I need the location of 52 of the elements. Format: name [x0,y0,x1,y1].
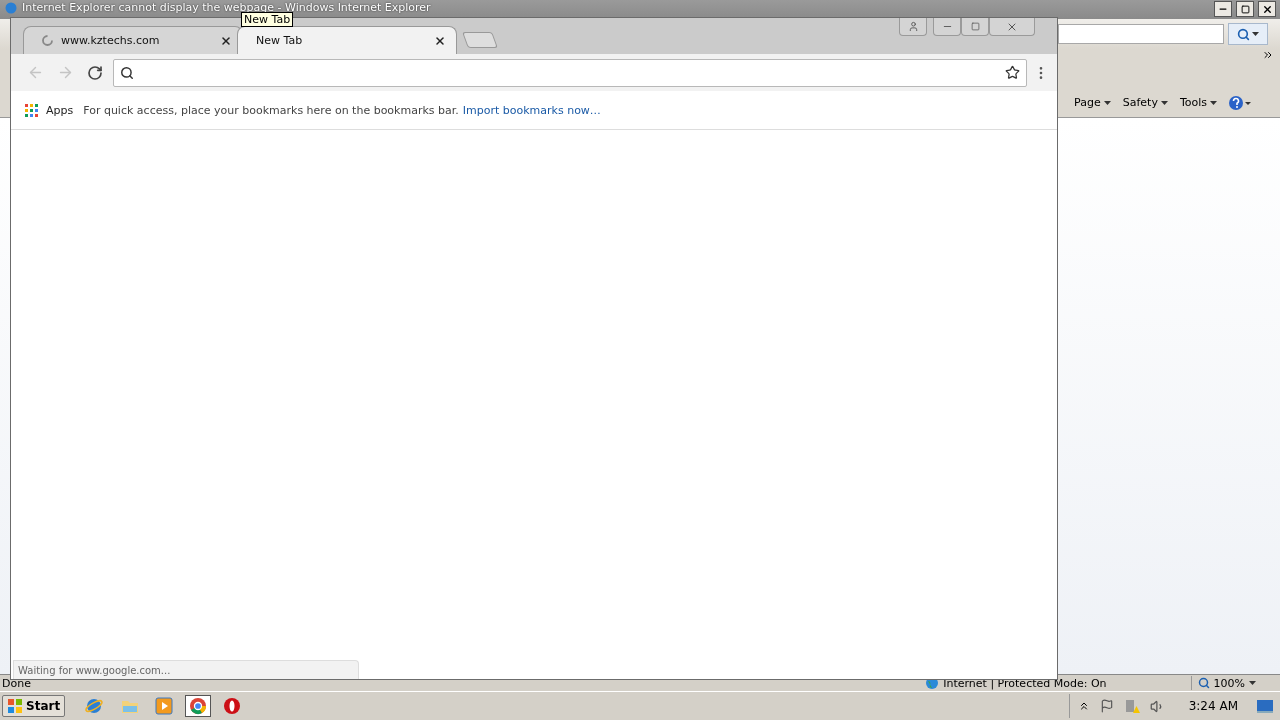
tab-tooltip: New Tab [241,12,294,27]
start-button[interactable]: Start [2,695,66,717]
caret-icon [1160,100,1168,105]
chevron-icon[interactable] [1262,49,1274,61]
show-desktop-icon[interactable] [1256,699,1274,713]
opera-icon [223,697,242,715]
status-bubble: Waiting for www.google.com... [13,660,359,679]
minimize-button[interactable] [1214,1,1232,17]
import-bookmarks-link[interactable]: Import bookmarks now… [462,103,601,117]
tab-title: www.kztechs.com [61,34,161,47]
command-menu[interactable]: Tools [1178,94,1218,111]
profile-button[interactable] [899,18,927,36]
taskbar-app[interactable] [185,695,212,717]
caret-icon [1252,32,1259,36]
close-button[interactable] [1258,1,1276,17]
window-title: Internet Explorer cannot display the webpage - Windows Internet Explorer [22,1,432,15]
restore-icon [1240,4,1250,14]
command-menu[interactable]: Page [1073,94,1112,111]
caret-icon [1210,100,1217,105]
search-button[interactable] [1228,23,1268,45]
person-icon [907,21,919,32]
apps-shortcut[interactable]: Apps [25,103,74,117]
zoom-level[interactable]: 100% [1213,676,1245,690]
clock: 3:24 AM [1188,699,1238,713]
reload-icon [87,64,103,81]
caret-icon [1249,681,1256,685]
search-icon [1237,27,1250,41]
caret-icon [1103,100,1111,105]
help-icon[interactable] [1228,95,1252,111]
restore-button[interactable] [1236,1,1254,17]
ie-icon [4,1,18,15]
folder-icon [121,698,140,714]
windows-logo-icon [7,698,23,714]
ie-icon [85,697,104,715]
bookmarks-hint: For quick access, place your bookmarks here on the bookmarks bar. [83,103,459,117]
tab-title: New Tab [256,34,304,47]
browser-tab[interactable]: New Tab [237,26,457,54]
apps-label: Apps [46,103,74,117]
maximize-icon [970,22,980,31]
search-field[interactable] [1058,24,1224,44]
bookmark-star-icon[interactable] [1005,65,1020,80]
flag-icon[interactable] [1099,699,1114,713]
apps-grid-icon [25,103,38,117]
search-icon [120,65,134,80]
close-tab-icon[interactable] [434,34,446,47]
command-menu[interactable]: Safety [1121,94,1169,111]
chrome-icon [189,697,208,715]
zoom-icon [1197,677,1210,689]
close-tab-icon[interactable] [220,34,232,47]
close-icon [1261,3,1273,15]
play-icon [155,697,174,715]
status-text: Done [2,676,31,690]
